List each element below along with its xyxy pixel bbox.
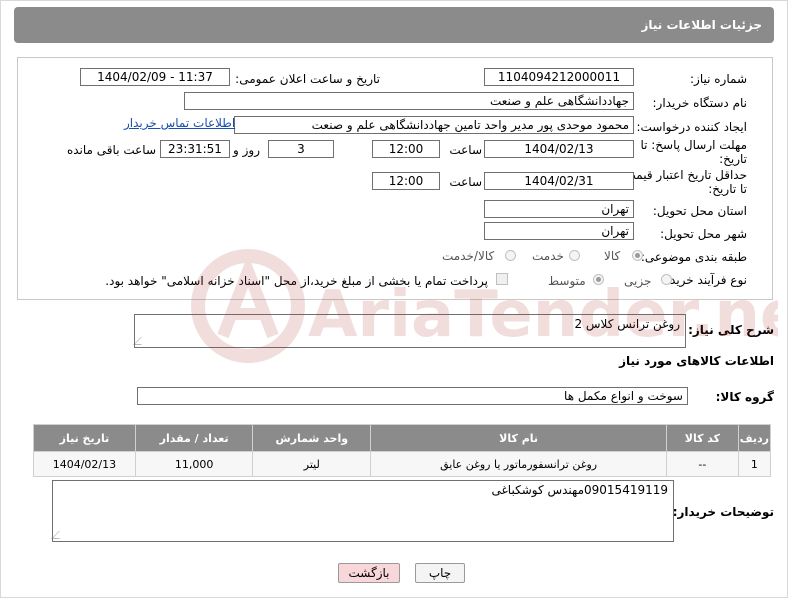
cell-unit: لیتر [252,451,372,477]
goods-table: ردیف کد کالا نام کالا واحد شمارش تعداد /… [33,424,772,477]
cell-code: -- [666,451,739,477]
table-row[interactable]: 1 -- روغن ترانسفورماتور یا روغن عایق لیت… [33,451,772,477]
response-deadline-label-2: تاریخ: [719,152,747,166]
price-validity-label-2: تا تاریخ: [708,182,747,196]
process-radio-medium[interactable] [593,274,604,285]
col-name: نام کالا [370,424,668,452]
days-field[interactable]: 3 [268,140,334,158]
category-radio-goods[interactable] [632,250,643,261]
delivery-city-field[interactable]: تهران [484,222,634,240]
treasury-checkbox[interactable] [496,273,508,285]
page-title: جزئیات اطلاعات نیاز [641,18,762,32]
goods-section-title: اطلاعات کالاهای مورد نیاز [619,354,774,368]
response-deadline-label-1: مهلت ارسال پاسخ: تا [640,138,747,152]
buyer-org-label: نام دستگاه خریدار: [652,96,748,110]
delivery-province-label: استان محل تحویل: [652,204,747,218]
buyer-notes-textarea[interactable]: 09015419119مهندس کوشکباغی [51,480,674,542]
response-date-field[interactable]: 1404/02/13 [484,140,634,158]
category-goods-service-label: کالا/خدمت [442,249,495,263]
page-header: جزئیات اطلاعات نیاز [14,7,774,43]
col-unit: واحد شمارش [252,424,372,452]
category-label: طبقه بندی موضوعی: [640,250,747,264]
description-text: روغن ترانس کلاس 2 [574,317,680,331]
remaining-time-field[interactable]: 23:31:51 [160,140,230,158]
process-medium-label: متوسط [548,274,586,288]
buyer-notes-text: 09015419119مهندس کوشکباغی [491,483,668,497]
requester-label: ایجاد کننده درخواست: [636,120,747,134]
process-minor-label: جزیی [624,274,652,288]
col-row: ردیف [737,424,772,452]
cell-date: 1404/02/13 [33,451,136,477]
cell-qty: 11,000 [134,451,254,477]
back-button[interactable]: بازگشت [338,563,400,583]
resize-grip-icon[interactable] [51,531,67,539]
col-qty: تعداد / مقدار [134,424,254,452]
response-time-field[interactable]: 12:00 [372,140,440,158]
days-label: روز و [233,143,260,157]
category-service-label: خدمت [532,249,564,263]
goods-group-label: گروه کالا: [715,390,774,404]
treasury-note: پرداخت تمام یا بخشی از مبلغ خرید،از محل … [105,274,488,288]
buyer-notes-label: توضیحات خریدار: [672,505,774,519]
need-number-field[interactable]: 1104094212000011 [484,68,634,86]
announce-datetime-field[interactable]: 1404/02/09 - 11:37 [80,68,230,86]
delivery-city-label: شهر محل تحویل: [660,227,747,241]
price-validity-time-field[interactable]: 12:00 [372,172,440,190]
category-radio-goods-service[interactable] [505,250,516,261]
description-textarea[interactable]: روغن ترانس کلاس 2 [133,314,686,348]
category-goods-label: کالا [604,249,621,263]
description-label: شرح کلی نیاز: [688,323,774,337]
price-validity-time-label: ساعت [449,175,482,189]
delivery-province-field[interactable]: تهران [484,200,634,218]
resize-grip-icon[interactable] [133,337,149,345]
category-radio-service[interactable] [569,250,580,261]
col-date: تاریخ نیاز [33,424,136,452]
remaining-time-label: ساعت باقی مانده [66,143,156,157]
goods-group-field[interactable]: سوخت و انواع مکمل ها [137,387,688,405]
col-code: کد کالا [666,424,739,452]
announce-datetime-label: تاریخ و ساعت اعلان عمومی: [235,72,380,86]
goods-table-header: ردیف کد کالا نام کالا واحد شمارش تعداد /… [33,424,772,452]
purchase-process-label: نوع فرآیند خرید : [662,273,747,287]
buyer-org-field[interactable]: جهاددانشگاهی علم و صنعت [184,92,634,110]
print-button[interactable]: چاپ [415,563,465,583]
need-number-label: شماره نیاز: [690,72,747,86]
buyer-contact-link[interactable]: اطلاعات تماس خریدار [124,116,235,130]
requester-field[interactable]: محمود موحدی پور مدیر واحد تامین جهاددانش… [234,116,634,134]
response-time-label: ساعت [449,143,482,157]
price-validity-label-1: حداقل تاریخ اعتبار قیمت: [620,168,747,182]
process-radio-minor[interactable] [661,274,672,285]
price-validity-date-field[interactable]: 1404/02/31 [484,172,634,190]
cell-row: 1 [737,451,772,477]
cell-name: روغن ترانسفورماتور یا روغن عایق [370,451,668,477]
